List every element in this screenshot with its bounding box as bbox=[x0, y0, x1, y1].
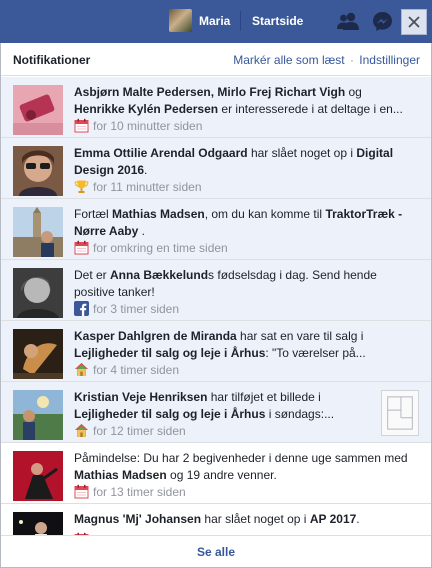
notification-thumbnail bbox=[13, 85, 63, 135]
nav-divider bbox=[240, 11, 241, 31]
notification-item[interactable]: Påmindelse: Du har 2 begivenheder i denn… bbox=[1, 443, 431, 504]
top-navigation-bar: Maria Startside bbox=[0, 0, 432, 43]
notification-item[interactable]: Asbjørn Malte Pedersen, Mirlo Frej Richa… bbox=[1, 77, 431, 138]
notification-name-bold[interactable]: Kristian Veje Henriksen bbox=[74, 390, 207, 404]
close-icon bbox=[408, 16, 420, 28]
notification-time: for 3 timer siden bbox=[93, 302, 180, 316]
notification-text-part: . bbox=[138, 224, 145, 238]
notification-text: Påmindelse: Du har 2 begivenheder i denn… bbox=[74, 450, 414, 484]
notification-text-part: har sat en vare til salg i bbox=[236, 329, 364, 343]
user-name-link[interactable]: Maria bbox=[199, 14, 230, 28]
header-links: Markér alle som læst · Indstillinger bbox=[233, 53, 420, 67]
notification-item[interactable]: Kasper Dahlgren de Miranda har sat en va… bbox=[1, 321, 431, 382]
notification-text-part: , om du kan komme til bbox=[204, 207, 326, 221]
messenger-icon[interactable] bbox=[372, 11, 393, 32]
see-all-link[interactable]: Se alle bbox=[1, 545, 431, 559]
notification-text-part: : "To værelser på... bbox=[265, 346, 366, 360]
notification-name-bold[interactable]: Lejligheder til salg og leje i Århus bbox=[74, 346, 265, 360]
notification-text: Det er Anna Bækkelunds fødselsdag i dag.… bbox=[74, 267, 414, 301]
notification-text-part: har slået noget op i bbox=[247, 146, 357, 160]
notification-text-part: . bbox=[356, 512, 360, 526]
calendar-icon bbox=[74, 484, 89, 499]
calendar-icon bbox=[74, 240, 89, 255]
notification-time: for 13 timer siden bbox=[93, 485, 186, 499]
notifications-header: Notifikationer Markér alle som læst · In… bbox=[1, 43, 431, 76]
notification-text: Kasper Dahlgren de Miranda har sat en va… bbox=[74, 328, 414, 362]
notification-thumbnail bbox=[13, 329, 63, 379]
notification-thumbnail bbox=[13, 207, 63, 257]
notification-text: Magnus 'Mj' Johansen har slået noget op … bbox=[74, 511, 414, 528]
notification-item[interactable]: Fortæl Mathias Madsen, om du kan komme t… bbox=[1, 199, 431, 260]
notification-name-bold[interactable]: Asbjørn Malte Pedersen, Mirlo Frej Richa… bbox=[74, 85, 345, 99]
notification-meta: for omkring en time siden bbox=[74, 240, 228, 255]
house-icon bbox=[74, 423, 89, 438]
notification-item[interactable]: Det er Anna Bækkelunds fødselsdag i dag.… bbox=[1, 260, 431, 321]
friend-requests-icon[interactable] bbox=[336, 11, 360, 31]
calendar-icon bbox=[74, 118, 89, 133]
notification-time: for 12 timer siden bbox=[93, 424, 186, 438]
notification-name-bold[interactable]: Anna Bækkelund bbox=[110, 268, 208, 282]
notification-text-part: og 19 andre venner. bbox=[166, 468, 277, 482]
notification-text-part: er interesserede i at deltage i en... bbox=[218, 102, 403, 116]
notification-name-bold[interactable]: Mathias Madsen bbox=[74, 468, 167, 482]
notification-meta: for 13 timer siden bbox=[74, 484, 186, 499]
notification-time: for omkring en time siden bbox=[93, 241, 228, 255]
notification-name-bold[interactable]: Lejligheder til salg og leje i Århus bbox=[74, 407, 265, 421]
notification-text-part: har slået noget op i bbox=[201, 512, 310, 526]
notifications-panel: Notifikationer Markér alle som læst · In… bbox=[0, 43, 432, 568]
notification-name-bold[interactable]: Magnus 'Mj' Johansen bbox=[74, 512, 201, 526]
notification-name-bold[interactable]: Mathias Madsen bbox=[112, 207, 205, 221]
notification-meta: for 3 timer siden bbox=[74, 301, 179, 316]
notification-text-part: Påmindelse: Du har 2 begivenheder i denn… bbox=[74, 451, 408, 465]
notification-item[interactable]: Kristian Veje Henriksen har tilføjet et … bbox=[1, 382, 431, 443]
notification-text-part: og bbox=[345, 85, 362, 99]
notifications-footer: Se alle bbox=[1, 535, 431, 567]
close-button[interactable] bbox=[401, 9, 427, 35]
notification-text: Emma Ottilie Arendal Odgaard har slået n… bbox=[74, 145, 414, 179]
notification-item[interactable]: Magnus 'Mj' Johansen har slået noget op … bbox=[1, 504, 431, 536]
notification-text: Kristian Veje Henriksen har tilføjet et … bbox=[74, 389, 354, 423]
house-icon bbox=[74, 362, 89, 377]
mark-all-read-link[interactable]: Markér alle som læst bbox=[233, 53, 344, 67]
floorplan-attachment-image[interactable] bbox=[381, 390, 419, 436]
notification-time: for 4 timer siden bbox=[93, 363, 180, 377]
notification-meta: for 10 minutter siden bbox=[74, 118, 202, 133]
notifications-list: Asbjørn Malte Pedersen, Mirlo Frej Richa… bbox=[1, 77, 431, 536]
notification-meta: for 4 timer siden bbox=[74, 362, 179, 377]
link-separator: · bbox=[349, 53, 354, 67]
notification-name-bold[interactable]: Emma Ottilie Arendal Odgaard bbox=[74, 146, 248, 160]
notification-thumbnail bbox=[13, 512, 63, 536]
facebook-icon bbox=[74, 301, 89, 316]
notification-item[interactable]: Emma Ottilie Arendal Odgaard har slået n… bbox=[1, 138, 431, 199]
home-link[interactable]: Startside bbox=[252, 14, 303, 28]
trophy-icon bbox=[74, 179, 89, 194]
settings-link[interactable]: Indstillinger bbox=[359, 53, 420, 67]
notification-meta: for 12 timer siden bbox=[74, 423, 186, 438]
notification-name-bold[interactable]: Kasper Dahlgren de Miranda bbox=[74, 329, 237, 343]
notification-text-part: har tilføjet et billede i bbox=[207, 390, 321, 404]
notification-text-part: Det er bbox=[74, 268, 111, 282]
notification-text-part: Fortæl bbox=[74, 207, 113, 221]
user-avatar[interactable] bbox=[169, 9, 192, 32]
notifications-title: Notifikationer bbox=[13, 53, 91, 67]
notification-text-part: i søndags:... bbox=[265, 407, 335, 421]
notification-name-bold[interactable]: Henrikke Kylén Pedersen bbox=[74, 102, 218, 116]
notification-text: Asbjørn Malte Pedersen, Mirlo Frej Richa… bbox=[74, 84, 414, 118]
notification-time: for 10 minutter siden bbox=[93, 119, 203, 133]
notification-text: Fortæl Mathias Madsen, om du kan komme t… bbox=[74, 206, 414, 240]
notification-name-bold[interactable]: AP 2017 bbox=[310, 512, 356, 526]
notification-thumbnail bbox=[13, 390, 63, 440]
notification-thumbnail bbox=[13, 451, 63, 501]
notification-time: for 11 minutter siden bbox=[93, 180, 202, 194]
notification-meta: for 11 minutter siden bbox=[74, 179, 202, 194]
notification-thumbnail bbox=[13, 146, 63, 196]
notification-text-part: . bbox=[144, 163, 148, 177]
notification-thumbnail bbox=[13, 268, 63, 318]
